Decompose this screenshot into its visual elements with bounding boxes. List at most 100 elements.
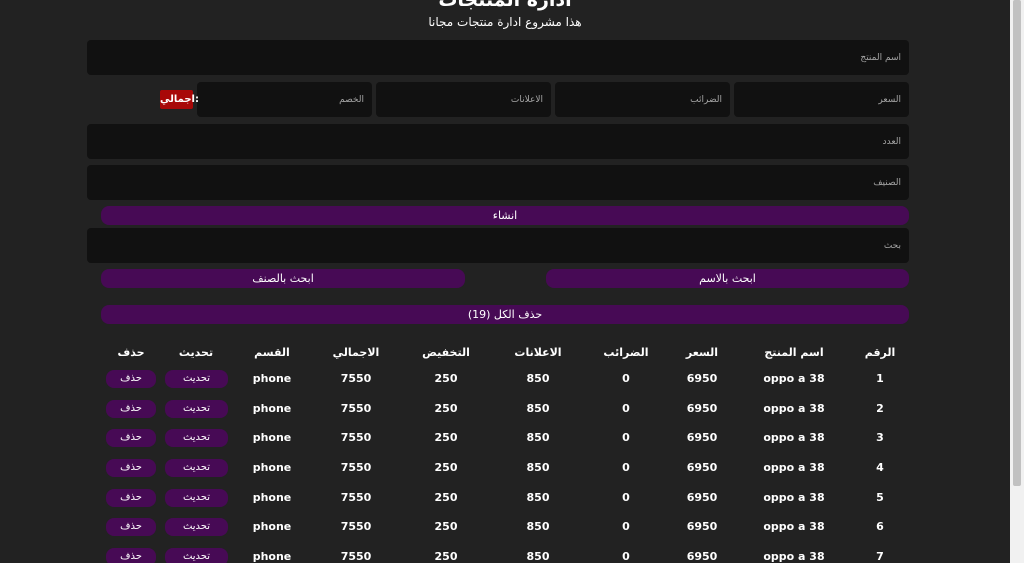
row-id: 7 [876, 550, 884, 563]
row-discount: 250 [434, 550, 458, 563]
table-row: 6 oppo a 38 6950 0 850 250 7550 phone تح… [98, 517, 912, 537]
row-discount: 250 [434, 491, 458, 504]
row-ads: 850 [526, 431, 550, 444]
price-input[interactable] [734, 82, 909, 117]
header-product-name: اسم المنتج [764, 346, 824, 359]
row-price: 6950 [686, 431, 718, 444]
search-by-name-button[interactable]: ابحث بالاسم [546, 269, 909, 288]
row-product-name: oppo a 38 [763, 461, 825, 474]
row-price: 6950 [686, 461, 718, 474]
row-product-name: oppo a 38 [763, 550, 825, 563]
row-total: 7550 [340, 461, 372, 474]
update-button[interactable]: تحديث [165, 429, 228, 447]
table-header-row: الرقم اسم المنتج السعر الضرائب الاعلانات… [98, 343, 912, 363]
row-product-name: oppo a 38 [763, 491, 825, 504]
row-category: phone [252, 461, 292, 474]
update-button[interactable]: تحديث [165, 489, 228, 507]
row-ads: 850 [526, 491, 550, 504]
row-ads: 850 [526, 372, 550, 385]
product-management-page: ادارة المنتجات هذا مشروع ادارة منتجات مج… [0, 0, 1010, 563]
ads-input[interactable] [376, 82, 551, 117]
row-discount: 250 [434, 461, 458, 474]
row-category: phone [252, 402, 292, 415]
table-row: 4 oppo a 38 6950 0 850 250 7550 phone تح… [98, 458, 912, 478]
delete-button[interactable]: حذف [106, 489, 156, 507]
row-id: 2 [876, 402, 884, 415]
row-id: 3 [876, 431, 884, 444]
bottom-edge [0, 563, 1024, 576]
header-ads: الاعلانات [514, 346, 562, 359]
header-price: السعر [685, 346, 719, 359]
row-ads: 850 [526, 402, 550, 415]
discount-input[interactable] [197, 82, 372, 117]
table-row: 1 oppo a 38 6950 0 850 250 7550 phone تح… [98, 369, 912, 389]
header-total: الاجمالي [332, 346, 380, 359]
row-taxes: 0 [622, 372, 630, 385]
row-total: 7550 [340, 372, 372, 385]
app-window: ادارة المنتجات هذا مشروع ادارة منتجات مج… [0, 0, 1024, 576]
header-category: القسم [254, 346, 290, 359]
row-price: 6950 [686, 372, 718, 385]
row-taxes: 0 [622, 402, 630, 415]
row-discount: 250 [434, 431, 458, 444]
delete-button[interactable]: حذف [106, 518, 156, 536]
vertical-scrollbar[interactable] [1010, 0, 1024, 563]
update-button[interactable]: تحديث [165, 459, 228, 477]
page-title: ادارة المنتجات [438, 0, 572, 11]
row-ads: 850 [526, 461, 550, 474]
category-input[interactable] [87, 165, 909, 200]
update-button[interactable]: تحديث [165, 400, 228, 418]
row-ads: 850 [526, 520, 550, 533]
row-taxes: 0 [622, 431, 630, 444]
row-category: phone [252, 372, 292, 385]
row-total: 7550 [340, 431, 372, 444]
search-by-category-button[interactable]: ابحث بالصنف [101, 269, 465, 288]
update-button[interactable]: تحديث [165, 370, 228, 388]
delete-button[interactable]: حذف [106, 548, 156, 563]
row-discount: 250 [434, 372, 458, 385]
delete-button[interactable]: حذف [106, 429, 156, 447]
row-taxes: 0 [622, 461, 630, 474]
count-input[interactable] [87, 124, 909, 159]
header-update: تحديث [178, 346, 214, 359]
row-id: 1 [876, 372, 884, 385]
table-row: 2 oppo a 38 6950 0 850 250 7550 phone تح… [98, 399, 912, 419]
header-taxes: الضرائب [603, 346, 649, 359]
taxes-input[interactable] [555, 82, 730, 117]
table-row: 3 oppo a 38 6950 0 850 250 7550 phone تح… [98, 428, 912, 448]
row-id: 5 [876, 491, 884, 504]
row-taxes: 0 [622, 491, 630, 504]
row-price: 6950 [686, 550, 718, 563]
row-taxes: 0 [622, 520, 630, 533]
update-button[interactable]: تحديث [165, 548, 228, 563]
row-product-name: oppo a 38 [763, 402, 825, 415]
product-name-input[interactable] [87, 40, 909, 75]
row-price: 6950 [686, 520, 718, 533]
table-row: 5 oppo a 38 6950 0 850 250 7550 phone تح… [98, 488, 912, 508]
delete-button[interactable]: حذف [106, 400, 156, 418]
row-taxes: 0 [622, 550, 630, 563]
delete-button[interactable]: حذف [106, 459, 156, 477]
create-button[interactable]: انشاء [101, 206, 909, 225]
row-product-name: oppo a 38 [763, 372, 825, 385]
delete-all-button[interactable]: حذف الكل (19) [101, 305, 909, 324]
row-product-name: oppo a 38 [763, 520, 825, 533]
delete-button[interactable]: حذف [106, 370, 156, 388]
header-id: الرقم [864, 346, 896, 359]
row-category: phone [252, 431, 292, 444]
row-discount: 250 [434, 520, 458, 533]
row-id: 4 [876, 461, 884, 474]
row-total: 7550 [340, 491, 372, 504]
row-price: 6950 [686, 491, 718, 504]
row-product-name: oppo a 38 [763, 431, 825, 444]
table-row: 7 oppo a 38 6950 0 850 250 7550 phone تح… [98, 547, 912, 563]
row-price: 6950 [686, 402, 718, 415]
row-total: 7550 [340, 402, 372, 415]
row-category: phone [252, 550, 292, 563]
row-discount: 250 [434, 402, 458, 415]
search-input[interactable] [87, 228, 909, 263]
update-button[interactable]: تحديث [165, 518, 228, 536]
row-total: 7550 [340, 520, 372, 533]
scrollbar-thumb[interactable] [1013, 0, 1021, 486]
page-subtitle: هذا مشروع ادارة منتجات مجانا [428, 15, 582, 29]
